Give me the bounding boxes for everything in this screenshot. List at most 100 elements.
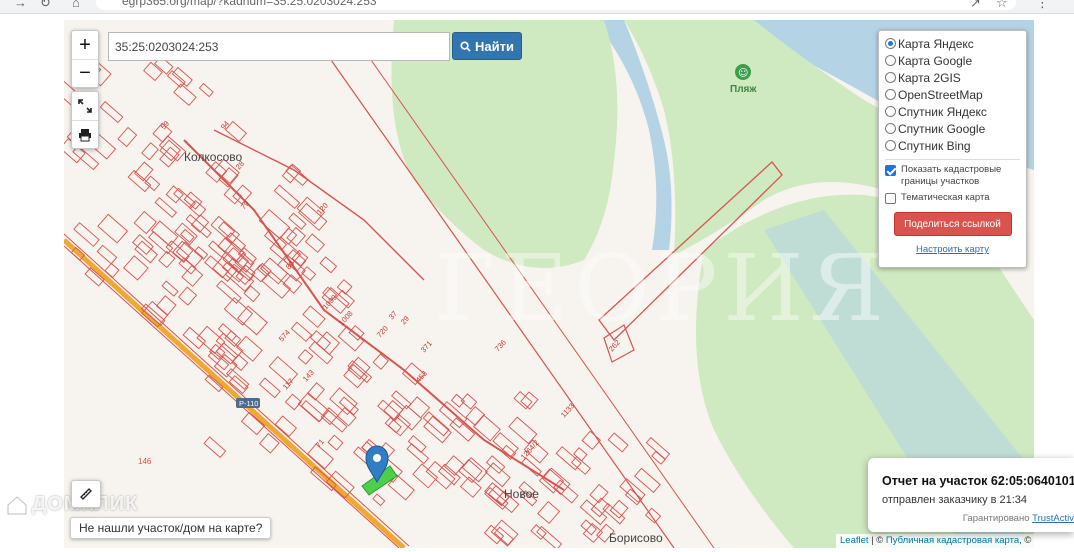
cadastral-parcel (210, 215, 241, 244)
layer-option-5[interactable]: Спутник Google (885, 120, 1020, 137)
cadastral-parcel (297, 349, 314, 365)
cadastral-parcel (237, 305, 268, 336)
cadastral-search-input[interactable] (108, 32, 450, 61)
cadastral-toggle-label: Показать кадастровые границы участков (901, 164, 1002, 187)
menu-dots-icon[interactable]: ⋮ (1036, 0, 1049, 11)
cadastral-parcel (216, 280, 242, 304)
cadastral-parcel (123, 255, 149, 281)
report-title: Отчет на участок 62:05:0640101:1 (882, 474, 1074, 488)
cadastral-parcel (224, 232, 247, 253)
cadastral-parcel (335, 289, 355, 309)
home-icon[interactable]: ⌂ (72, 0, 80, 10)
cadastral-toggle[interactable]: Показать кадастровые границы участков (885, 164, 1020, 188)
not-found-link[interactable]: Не нашли участок/дом на карте? (70, 517, 272, 539)
layer-radio[interactable] (885, 106, 896, 117)
address-bar[interactable]: egrp365.org/map/?kadnum=35:25:0203024:25… (96, 0, 1016, 10)
cadastral-parcel (161, 280, 179, 297)
village-label-borisovo: Борисово (609, 531, 663, 545)
cadastral-parcel (484, 462, 511, 488)
cadastral-parcel (273, 184, 301, 210)
cadastral-parcel (225, 368, 250, 390)
page-margin-left (0, 14, 64, 552)
cadastral-parcel (133, 210, 157, 235)
thematic-toggle[interactable]: Тематическая карта (885, 192, 1020, 204)
cadastral-checkbox[interactable] (885, 165, 896, 176)
map-attribution: Leaflet | © Публичная кадастровая карта,… (836, 534, 1034, 548)
search-button[interactable]: Найти (452, 32, 522, 60)
cadastral-parcel (155, 295, 177, 316)
search-button-label: Найти (475, 38, 514, 54)
layer-switcher-panel: Карта Яндекс Карта Google Карта 2GIS OpenSt… (878, 30, 1027, 268)
layer-option-1[interactable]: Карта Google (885, 52, 1020, 69)
cadastral-parcel (132, 233, 154, 255)
layer-option-4[interactable]: Спутник Яндекс (885, 103, 1020, 120)
cadastral-parcel (306, 382, 325, 401)
thematic-checkbox[interactable] (885, 193, 896, 204)
parcel-number-label: 94 (219, 119, 231, 131)
layer-radio[interactable] (885, 123, 896, 134)
back-icon[interactable]: → (14, 0, 27, 10)
layer-radio[interactable] (885, 140, 896, 151)
cadastral-parcel (224, 330, 242, 348)
parcel-number-label: 453 (414, 369, 429, 384)
cadastral-parcel (182, 326, 207, 350)
trustactiv-link[interactable]: TrustActiv (1032, 513, 1074, 524)
layer-radio[interactable] (885, 55, 896, 66)
layer-radio[interactable] (885, 72, 896, 83)
measure-button[interactable] (71, 480, 101, 508)
cadastral-parcel (141, 142, 159, 161)
cadastral-parcel (343, 363, 368, 389)
share-page-icon[interactable]: ↗ (970, 0, 981, 11)
cadastral-parcel (73, 222, 100, 247)
cadastral-parcel (143, 61, 163, 82)
cadastral-parcel (536, 525, 563, 548)
attribution-separator: | © (868, 535, 886, 546)
cadastral-parcel (291, 249, 309, 267)
parcel-number-label: 37 (387, 309, 399, 321)
zoom-out-button[interactable]: − (72, 59, 98, 87)
cadastral-parcel (117, 126, 138, 148)
cadastral-parcel (173, 83, 197, 107)
leaflet-link[interactable]: Leaflet (840, 535, 869, 546)
pkk-link[interactable]: Публичная кадастровая карта (886, 535, 1019, 546)
cadastral-parcel (133, 161, 154, 182)
cadastral-parcel (258, 432, 280, 454)
cadastral-parcel (607, 432, 629, 453)
village-label-kolkosovo: Колкосово (184, 150, 243, 164)
watermark-text: ГЕОРИЯ (434, 235, 890, 342)
cadastral-parcel (96, 244, 118, 265)
cadastral-parcel (217, 221, 236, 238)
fullscreen-button[interactable] (72, 92, 98, 120)
report-notification[interactable]: Отчет на участок 62:05:0640101:1 отправл… (868, 458, 1074, 532)
thematic-toggle-label: Тематическая карта (901, 192, 990, 203)
parcel-number-label: 79 (239, 199, 251, 211)
cadastral-parcel (645, 436, 671, 460)
cadastral-parcel (537, 500, 561, 525)
bookmark-star-icon[interactable]: ☆ (996, 0, 1008, 11)
cadastral-parcel (259, 257, 289, 285)
layer-option-2[interactable]: Карта 2GIS (885, 69, 1020, 86)
layer-option-6[interactable]: Спутник Bing (885, 137, 1020, 154)
report-subtitle: отправлен заказчику в 21:34 (882, 494, 1028, 506)
print-button[interactable] (72, 120, 98, 148)
cadastral-parcel (159, 146, 180, 168)
share-link-button[interactable]: Поделиться ссылкой (893, 212, 1012, 236)
grid-label-146: 146 (138, 457, 152, 466)
layer-radio[interactable] (885, 89, 896, 100)
cadastral-parcel (513, 390, 533, 410)
cadastral-parcel (302, 305, 326, 328)
configure-map-link[interactable]: Настроить карту (885, 244, 1020, 255)
cadastral-parcel (570, 455, 591, 475)
cadastral-parcel (72, 145, 100, 171)
zoom-in-button[interactable]: + (72, 31, 98, 59)
search-icon (460, 40, 471, 52)
parcel-number-label: 1264/2 (519, 438, 541, 461)
cadastral-parcel (188, 199, 207, 218)
layer-option-3[interactable]: OpenStreetMap (885, 86, 1020, 103)
reload-icon[interactable]: ↻ (40, 0, 51, 11)
layer-radio[interactable] (885, 38, 896, 49)
cadastral-parcel (327, 434, 344, 451)
cadastral-parcel (203, 436, 227, 459)
layer-option-0[interactable]: Карта Яндекс (885, 35, 1020, 52)
cadastral-parcel (336, 407, 357, 427)
